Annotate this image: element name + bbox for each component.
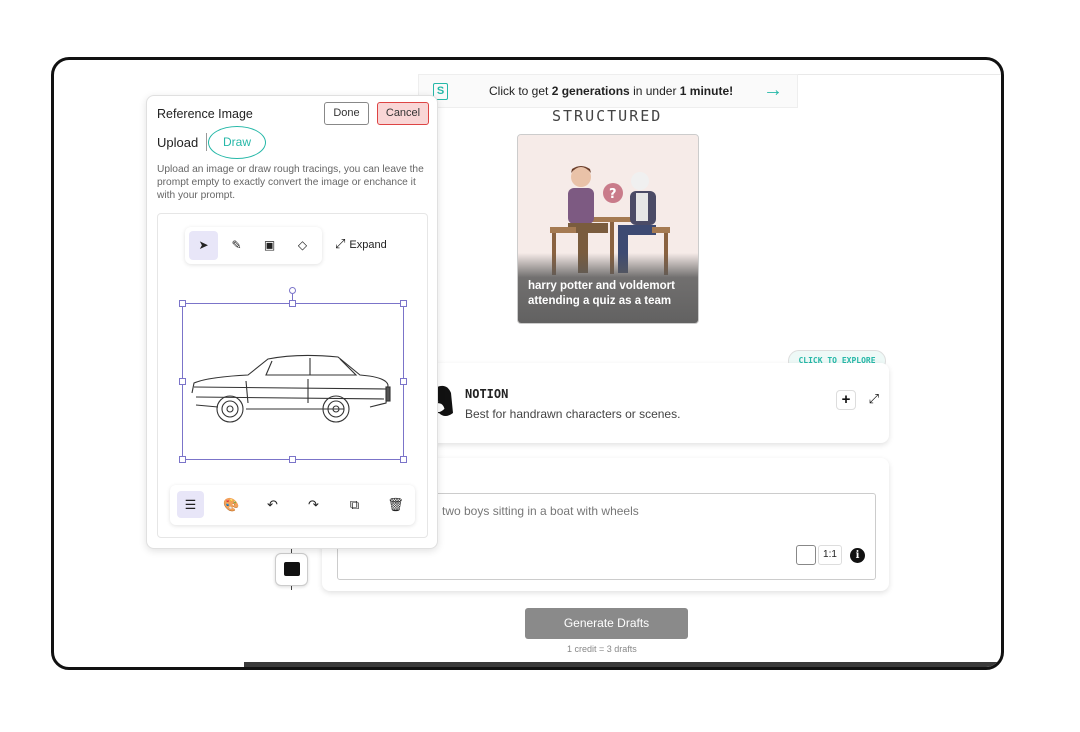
duplicate-icon[interactable]: ⧉ — [341, 491, 368, 518]
style-title: STRUCTURED — [552, 107, 663, 125]
model-description: Best for handrawn characters or scenes. — [465, 407, 681, 421]
help-text: Upload an image or draw rough tracings, … — [157, 164, 424, 201]
credit-text: 1 credit = 3 drafts — [567, 644, 637, 654]
resize-handle-w[interactable] — [179, 378, 186, 385]
undo-icon[interactable]: ↶ — [259, 491, 286, 518]
drawing-canvas[interactable]: ➤ ✎ ▣ ◇ ⤢ Expand ☰ 🎨 ↶ ↷ ⧉ 🗑 — [157, 213, 428, 538]
expand-canvas-button[interactable]: ⤢ Expand — [335, 236, 387, 252]
palette-icon[interactable]: 🎨 — [218, 491, 245, 518]
resize-handle-sw[interactable] — [179, 456, 186, 463]
reference-image-button[interactable] — [275, 553, 308, 586]
resize-handle-n[interactable] — [289, 300, 296, 307]
resize-handle-s[interactable] — [289, 456, 296, 463]
add-model-button[interactable]: + — [836, 390, 856, 410]
canvas-bottom-toolbar: ☰ 🎨 ↶ ↷ ⧉ 🗑 — [170, 485, 415, 525]
resize-handle-ne[interactable] — [400, 300, 407, 307]
resize-handle-e[interactable] — [400, 378, 407, 385]
expand-label: Expand — [349, 239, 387, 251]
expand-arrows-icon: ⤢ — [335, 236, 346, 251]
model-card[interactable]: NOTION Best for handrawn characters or s… — [427, 363, 889, 443]
resize-handle-se[interactable] — [400, 456, 407, 463]
promo-text: Click to get 2 generations in under 1 mi… — [489, 84, 734, 98]
select-arrow-icon[interactable]: ➤ — [189, 231, 218, 260]
model-name: NOTION — [465, 387, 509, 401]
image-icon[interactable]: ▣ — [255, 231, 284, 260]
redo-icon[interactable]: ↷ — [300, 491, 327, 518]
cancel-button[interactable]: Cancel — [377, 102, 429, 125]
style-preview-card[interactable]: ? harry potter and voldemort attending a… — [517, 134, 699, 324]
app-window: S Click to get 2 generations in under 1 … — [51, 57, 1004, 670]
prompt-placeholder: two boys sitting in a boat with wheels — [442, 504, 639, 518]
arrow-right-icon[interactable]: → — [763, 79, 783, 102]
tab-separator — [206, 133, 207, 151]
bottom-bar — [244, 662, 1001, 667]
promo-banner[interactable]: S Click to get 2 generations in under 1 … — [418, 74, 798, 108]
image-icon — [284, 562, 300, 576]
eraser-icon[interactable]: ◇ — [288, 231, 317, 260]
trash-icon[interactable]: 🗑 — [382, 491, 409, 518]
done-button[interactable]: Done — [324, 102, 369, 125]
panel-title: Reference Image — [157, 107, 253, 121]
tab-draw[interactable]: Draw — [208, 126, 266, 159]
style-card-caption: harry potter and voldemort attending a q… — [518, 253, 698, 323]
menu-icon[interactable]: ☰ — [177, 491, 204, 518]
reference-image-panel: Reference Image Done Cancel Upload Draw … — [146, 95, 438, 549]
aspect-ratio-button[interactable]: 1:1 — [818, 545, 842, 565]
tab-upload[interactable]: Upload — [157, 135, 198, 150]
expand-icon[interactable]: ⤢ — [869, 391, 879, 407]
aspect-ratio-icon[interactable] — [796, 545, 816, 565]
drawing-toolbar: ➤ ✎ ▣ ◇ — [185, 227, 322, 264]
info-icon[interactable]: i — [850, 548, 865, 563]
rotate-handle[interactable] — [289, 287, 296, 294]
car-sketch — [191, 354, 391, 423]
svg-text:?: ? — [609, 187, 617, 202]
generate-drafts-button[interactable]: Generate Drafts — [525, 608, 688, 639]
resize-handle-nw[interactable] — [179, 300, 186, 307]
pencil-icon[interactable]: ✎ — [222, 231, 251, 260]
